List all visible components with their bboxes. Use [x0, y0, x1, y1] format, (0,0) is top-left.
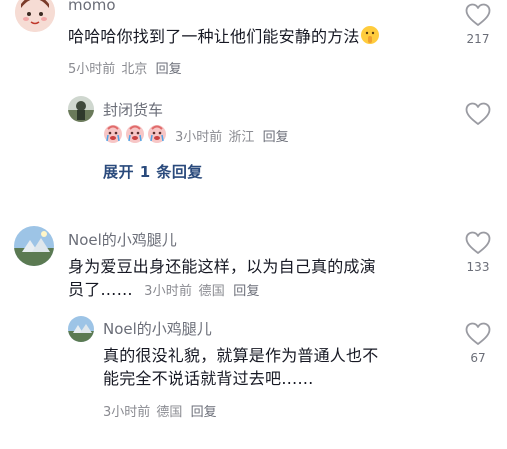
reply-time: 3小时前 — [103, 405, 151, 420]
like-button[interactable] — [463, 102, 493, 126]
reply-button[interactable]: 回复 — [263, 130, 289, 145]
like-button[interactable]: 133 — [463, 231, 493, 274]
avatar[interactable] — [14, 226, 54, 266]
reply-reactions — [103, 124, 169, 148]
comment-location: 北京 — [121, 62, 148, 77]
heart-outline-icon — [465, 231, 491, 254]
like-count: 133 — [466, 260, 490, 274]
like-count: 217 — [466, 32, 490, 46]
crying-face-emoji — [104, 125, 166, 143]
reply-location: 德国 — [156, 405, 183, 420]
reply-text-line: 真的很没礼貌，就算是作为普通人也不 — [103, 346, 379, 365]
avatar[interactable] — [15, 0, 55, 32]
comment-text-line: 身为爱豆出身还能这样，以为自己真的成演 — [68, 257, 376, 276]
comment-text: 哈哈哈你找到了一种让他们能安静的方法 — [68, 25, 448, 51]
like-count: 67 — [470, 351, 486, 365]
comment-meta: 3小时前 德国 回复 — [144, 284, 260, 299]
comment-username[interactable]: momo — [68, 0, 116, 14]
heart-outline-icon — [465, 102, 491, 125]
reply-button[interactable]: 回复 — [233, 284, 259, 299]
reply-text: 真的很没礼貌，就算是作为普通人也不 能完全不说话就背过去吧…… — [103, 344, 443, 390]
reply-meta: 3小时前 德国 回复 — [103, 401, 217, 420]
comment-text-line: 员了…… 3小时前 德国 回复 — [68, 278, 448, 303]
reply-username[interactable]: Noel的小鸡腿儿 — [103, 318, 212, 339]
reply-username[interactable]: 封闭货车 — [103, 99, 163, 120]
comment-time: 3小时前 — [144, 284, 193, 299]
like-button[interactable]: 67 — [463, 322, 493, 365]
avatar[interactable] — [68, 316, 94, 342]
reply-button[interactable]: 回复 — [156, 62, 182, 77]
reply-location: 浙江 — [228, 130, 255, 145]
comment-username[interactable]: Noel的小鸡腿儿 — [68, 229, 177, 250]
comment-location: 德国 — [198, 284, 225, 299]
comment-text-content: 哈哈哈你找到了一种让他们能安静的方法 — [68, 27, 360, 46]
reply-meta: 3小时前 浙江 回复 — [175, 126, 289, 145]
comment-text-line2: 员了…… — [68, 280, 133, 299]
comment-meta: 5小时前 北京 回复 — [68, 58, 182, 77]
reply-text-line: 能完全不说话就背过去吧…… — [103, 369, 314, 388]
comment-time: 5小时前 — [68, 62, 116, 77]
expand-replies-link[interactable]: 展开 1 条回复 — [103, 161, 203, 182]
comment-text: 身为爱豆出身还能这样，以为自己真的成演 员了…… 3小时前 德国 回复 — [68, 255, 448, 303]
reply-time: 3小时前 — [175, 130, 223, 145]
reply-button[interactable]: 回复 — [191, 405, 217, 420]
heart-outline-icon — [465, 3, 491, 26]
like-button[interactable]: 217 — [463, 3, 493, 46]
shush-face-emoji — [360, 25, 380, 51]
avatar[interactable] — [68, 96, 94, 122]
heart-outline-icon — [465, 322, 491, 345]
